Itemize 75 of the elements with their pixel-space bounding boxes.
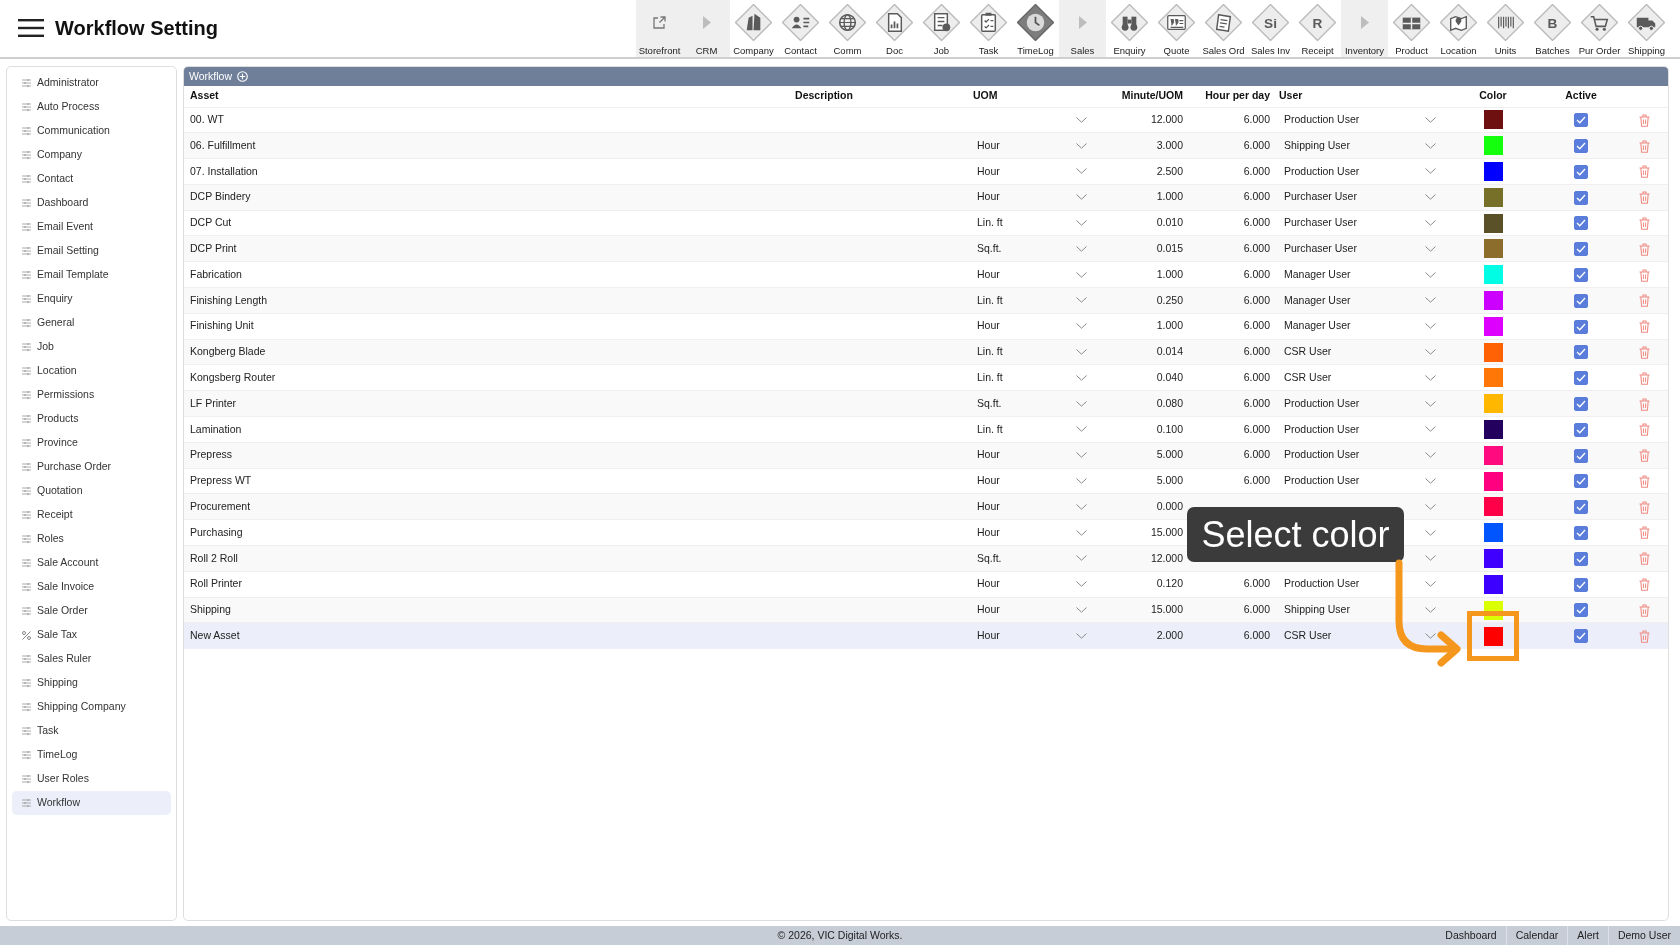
asset-name: Lamination <box>190 422 242 435</box>
asset-name: Finishing Length <box>190 293 268 306</box>
asset-name: 00. WT <box>190 113 224 125</box>
column-header: Asset <box>190 89 219 102</box>
minutes-value: 0.015 <box>1156 242 1183 254</box>
hours-value: 6.000 <box>1243 113 1270 125</box>
asset-name: Finishing Unit <box>190 319 254 332</box>
asset-name: Purchasing <box>190 525 243 538</box>
minutes-value: 12.000 <box>1150 551 1183 564</box>
minutes-value: 0.080 <box>1156 396 1183 409</box>
column-header: Hour per day <box>1205 89 1270 102</box>
hours-value: 6.000 <box>1243 474 1270 487</box>
hours-value: 6.000 <box>1243 345 1270 358</box>
hours-value: 6.000 <box>1243 267 1270 280</box>
minutes-value: 1.000 <box>1156 319 1183 332</box>
asset-name: Prepress <box>190 448 232 461</box>
minutes-value: 3.000 <box>1156 138 1183 151</box>
column-header: Color <box>1479 89 1507 102</box>
hours-value: 6.000 <box>1243 164 1270 177</box>
hours-value: 6.000 <box>1243 293 1270 306</box>
asset-name: Roll 2 Roll <box>190 551 238 564</box>
column-header: Active <box>1565 89 1597 102</box>
asset-name: 06. Fulfillment <box>190 138 256 151</box>
letter-diamond-icon: B <box>1534 4 1571 41</box>
letter-diamond-icon: Si <box>1252 4 1289 41</box>
minutes-value: 15.000 <box>1150 525 1183 538</box>
asset-name: DCP Print <box>190 242 237 254</box>
minutes-value: 12.000 <box>1150 113 1183 125</box>
minutes-value: 15.000 <box>1150 603 1183 616</box>
hours-value: 6.000 <box>1243 629 1270 642</box>
hours-value: 6.000 <box>1243 371 1270 383</box>
copyright-text: © 2026, VIC Digital Works. <box>777 927 903 943</box>
minutes-value: 0.014 <box>1156 345 1183 358</box>
page-title: Workflow Setting <box>55 16 218 40</box>
minutes-value: 2.500 <box>1156 164 1183 177</box>
asset-name: Fabrication <box>190 267 242 280</box>
hours-value: 6.000 <box>1243 396 1270 409</box>
letter-diamond-icon: R <box>1299 4 1336 41</box>
hours-value: 6.000 <box>1243 448 1270 461</box>
hours-value: 6.000 <box>1243 603 1270 616</box>
hours-value: 6.000 <box>1243 577 1270 590</box>
minutes-value: 0.000 <box>1156 499 1183 512</box>
hours-value: 6.000 <box>1243 422 1270 435</box>
asset-name: Roll Printer <box>190 577 242 590</box>
asset-name: Kongberg Blade <box>190 345 266 358</box>
asset-name: DCP Cut <box>190 216 232 229</box>
minutes-value: 0.120 <box>1156 577 1183 590</box>
hours-value: 6.000 <box>1243 216 1270 229</box>
asset-name: DCP Bindery <box>190 190 251 203</box>
asset-name: LF Printer <box>190 396 237 409</box>
minutes-value: 1.000 <box>1156 267 1183 280</box>
asset-name: New Asset <box>190 629 240 642</box>
hours-value: 6.000 <box>1243 190 1270 203</box>
tooltip: Select color <box>1187 507 1404 563</box>
minutes-value: 5.000 <box>1156 448 1183 461</box>
hours-value: 6.000 <box>1243 138 1270 151</box>
column-header: Description <box>795 89 853 102</box>
minutes-value: 0.250 <box>1156 293 1183 306</box>
panel-title: Workflow <box>189 68 232 84</box>
column-header: Minute/UOM <box>1121 89 1183 102</box>
asset-name: Kongsberg Router <box>190 371 276 383</box>
minutes-value: 1.000 <box>1156 190 1183 203</box>
minutes-value: 0.010 <box>1156 216 1183 229</box>
column-header: User <box>1279 89 1303 102</box>
asset-name: 07. Installation <box>190 164 258 177</box>
hours-value: 6.000 <box>1243 319 1270 332</box>
minutes-value: 5.000 <box>1156 474 1183 487</box>
hours-value: 6.000 <box>1243 242 1270 254</box>
asset-name: Shipping <box>190 603 231 616</box>
minutes-value: 0.100 <box>1156 422 1183 435</box>
minutes-value: 0.040 <box>1156 371 1183 383</box>
minutes-value: 2.000 <box>1156 629 1183 642</box>
asset-name: Prepress WT <box>190 474 252 487</box>
column-header: UOM <box>973 89 998 102</box>
asset-name: Procurement <box>190 499 251 512</box>
